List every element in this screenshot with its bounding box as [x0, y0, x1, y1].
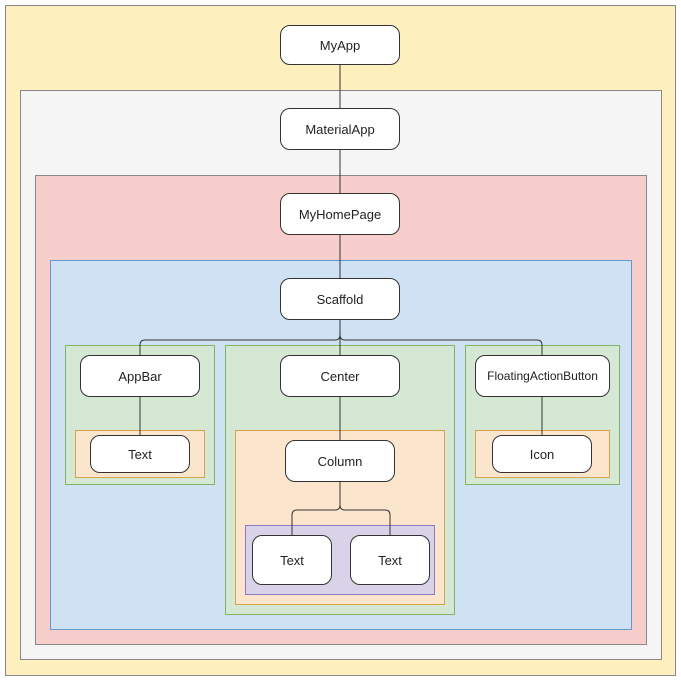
node-column-text2: Text — [350, 535, 430, 585]
node-fab: FloatingActionButton — [475, 355, 610, 397]
node-appbar-text: Text — [90, 435, 190, 473]
node-fab-icon: Icon — [492, 435, 592, 473]
node-myhomepage: MyHomePage — [280, 193, 400, 235]
node-myapp: MyApp — [280, 25, 400, 65]
node-column: Column — [285, 440, 395, 482]
node-appbar: AppBar — [80, 355, 200, 397]
node-center: Center — [280, 355, 400, 397]
node-scaffold: Scaffold — [280, 278, 400, 320]
node-column-text1: Text — [252, 535, 332, 585]
node-materialapp: MaterialApp — [280, 108, 400, 150]
